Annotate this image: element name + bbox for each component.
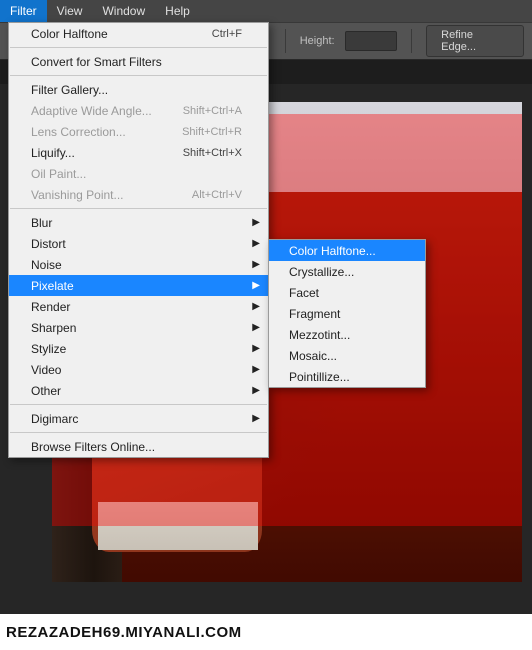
height-field[interactable] — [345, 31, 398, 51]
menubar-item-help[interactable]: Help — [155, 0, 200, 22]
menu-item-convert-smart[interactable]: Convert for Smart Filters — [9, 51, 268, 72]
menu-item-label: Video — [31, 363, 61, 377]
menu-item-blur[interactable]: Blur ▶ — [9, 212, 268, 233]
submenu-item-fragment[interactable]: Fragment — [269, 303, 425, 324]
menu-item-label: Filter Gallery... — [31, 83, 108, 97]
menu-item-shortcut: Shift+Ctrl+X — [183, 147, 242, 159]
divider — [411, 29, 412, 53]
filter-menu: Color Halftone Ctrl+F Convert for Smart … — [8, 22, 269, 458]
submenu-item-crystallize[interactable]: Crystallize... — [269, 261, 425, 282]
menubar-item-window[interactable]: Window — [92, 0, 155, 22]
menubar-item-filter[interactable]: Filter — [0, 0, 47, 22]
submenu-arrow-icon: ▶ — [252, 238, 260, 249]
menu-item-stylize[interactable]: Stylize ▶ — [9, 338, 268, 359]
menu-item-label: Pointillize... — [289, 370, 350, 384]
menu-item-label: Fragment — [289, 307, 340, 321]
menu-item-liquify[interactable]: Liquify... Shift+Ctrl+X — [9, 142, 268, 163]
submenu-arrow-icon: ▶ — [252, 385, 260, 396]
menu-item-label: Blur — [31, 216, 52, 230]
menu-separator — [10, 47, 267, 48]
pixelate-submenu: Color Halftone... Crystallize... Facet F… — [268, 239, 426, 388]
submenu-arrow-icon: ▶ — [252, 280, 260, 291]
submenu-arrow-icon: ▶ — [252, 217, 260, 228]
menu-item-label: Stylize — [31, 342, 66, 356]
menu-item-pixelate[interactable]: Pixelate ▶ — [9, 275, 268, 296]
menu-item-label: Distort — [31, 237, 66, 251]
menu-item-label: Digimarc — [31, 412, 78, 426]
menu-item-label: Crystallize... — [289, 265, 354, 279]
submenu-item-pointillize[interactable]: Pointillize... — [269, 366, 425, 387]
divider — [285, 29, 286, 53]
menu-item-label: Render — [31, 300, 70, 314]
submenu-arrow-icon: ▶ — [252, 322, 260, 333]
menu-item-label: Sharpen — [31, 321, 76, 335]
menu-item-sharpen[interactable]: Sharpen ▶ — [9, 317, 268, 338]
app-window: Filter View Window Help Height: Refine E… — [0, 0, 532, 614]
refine-edge-button[interactable]: Refine Edge... — [426, 25, 524, 57]
menu-item-shortcut: Shift+Ctrl+A — [183, 105, 242, 117]
menu-item-shortcut: Ctrl+F — [212, 28, 242, 40]
menu-item-label: Vanishing Point... — [31, 188, 124, 202]
menu-item-label: Color Halftone... — [289, 244, 376, 258]
menu-item-video[interactable]: Video ▶ — [9, 359, 268, 380]
menu-item-label: Facet — [289, 286, 319, 300]
menu-item-distort[interactable]: Distort ▶ — [9, 233, 268, 254]
menu-item-render[interactable]: Render ▶ — [9, 296, 268, 317]
height-label: Height: — [300, 35, 335, 47]
menu-item-label: Mezzotint... — [289, 328, 350, 342]
menu-item-label: Pixelate — [31, 279, 74, 293]
menu-item-shortcut: Shift+Ctrl+R — [182, 126, 242, 138]
menu-item-lens-correction: Lens Correction... Shift+Ctrl+R — [9, 121, 268, 142]
menu-item-noise[interactable]: Noise ▶ — [9, 254, 268, 275]
watermark-text: REZAZADEH69.MIYANALI.COM — [0, 614, 532, 650]
menu-item-filter-gallery[interactable]: Filter Gallery... — [9, 79, 268, 100]
menu-item-shortcut: Alt+Ctrl+V — [192, 189, 242, 201]
menu-item-adaptive-wide-angle: Adaptive Wide Angle... Shift+Ctrl+A — [9, 100, 268, 121]
menubar: Filter View Window Help — [0, 0, 532, 22]
menu-item-browse-filters[interactable]: Browse Filters Online... — [9, 436, 268, 457]
menu-item-vanishing-point: Vanishing Point... Alt+Ctrl+V — [9, 184, 268, 205]
submenu-item-mezzotint[interactable]: Mezzotint... — [269, 324, 425, 345]
submenu-item-color-halftone[interactable]: Color Halftone... — [269, 240, 425, 261]
menu-item-oil-paint: Oil Paint... — [9, 163, 268, 184]
menu-item-label: Browse Filters Online... — [31, 440, 155, 454]
menubar-item-view[interactable]: View — [47, 0, 93, 22]
menu-item-other[interactable]: Other ▶ — [9, 380, 268, 401]
submenu-item-mosaic[interactable]: Mosaic... — [269, 345, 425, 366]
submenu-arrow-icon: ▶ — [252, 343, 260, 354]
menu-item-label: Convert for Smart Filters — [31, 55, 162, 69]
menu-separator — [10, 404, 267, 405]
submenu-arrow-icon: ▶ — [252, 301, 260, 312]
submenu-arrow-icon: ▶ — [252, 413, 260, 424]
menu-item-label: Color Halftone — [31, 27, 108, 41]
menu-item-digimarc[interactable]: Digimarc ▶ — [9, 408, 268, 429]
menu-item-label: Noise — [31, 258, 62, 272]
menu-item-label: Mosaic... — [289, 349, 337, 363]
submenu-item-facet[interactable]: Facet — [269, 282, 425, 303]
menu-separator — [10, 208, 267, 209]
menu-item-last-filter[interactable]: Color Halftone Ctrl+F — [9, 23, 268, 44]
submenu-arrow-icon: ▶ — [252, 364, 260, 375]
submenu-arrow-icon: ▶ — [252, 259, 260, 270]
menu-item-label: Adaptive Wide Angle... — [31, 104, 152, 118]
menu-item-label: Liquify... — [31, 146, 75, 160]
menu-separator — [10, 432, 267, 433]
menu-item-label: Other — [31, 384, 61, 398]
menu-separator — [10, 75, 267, 76]
menu-item-label: Lens Correction... — [31, 125, 126, 139]
menu-item-label: Oil Paint... — [31, 167, 86, 181]
